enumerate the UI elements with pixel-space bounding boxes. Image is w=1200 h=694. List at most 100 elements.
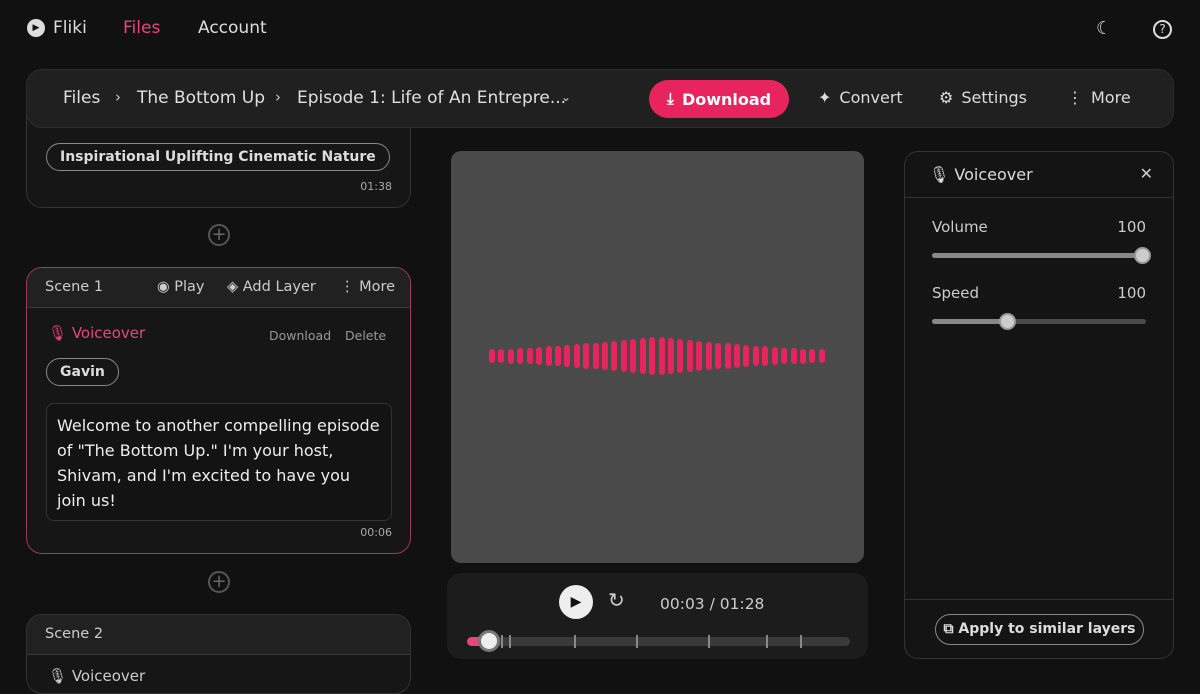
waveform-bar (498, 348, 505, 364)
waveform-bar (564, 344, 571, 368)
waveform-bar (554, 345, 561, 367)
more-label: More (1091, 88, 1131, 107)
layer-label: Voiceover (71, 324, 146, 342)
download-icon: ⤓ (666, 89, 674, 108)
moon-icon[interactable]: ☾ (1096, 18, 1112, 39)
scene-marker (509, 635, 512, 648)
waveform-bar (545, 346, 552, 366)
waveform-bar (696, 340, 703, 372)
volume-slider[interactable] (932, 247, 1151, 264)
waveform-bar (583, 343, 590, 369)
panel-title: 🎙︎ Voiceover (929, 165, 1033, 184)
logo-text: Fliki (53, 18, 87, 38)
scene-2-card: Scene 2 🎙︎ Voiceover (26, 614, 411, 694)
waveform-bar (526, 347, 533, 365)
layer-delete-link[interactable]: Delete (345, 328, 386, 343)
waveform-bar (762, 346, 769, 366)
download-button[interactable]: ⤓ Download (649, 80, 789, 118)
scene-1-card: Scene 1 ◉ Play ◈ Add Layer ⋮ More 🎙︎ Voi… (26, 267, 411, 554)
waveform-bar (592, 342, 599, 370)
replay-icon[interactable]: ↻ (608, 588, 625, 612)
speed-handle[interactable] (998, 313, 1016, 330)
speed-value: 100 (1117, 284, 1146, 302)
waveform-bar (602, 341, 609, 371)
scene-marker (635, 635, 638, 648)
preview-canvas (451, 151, 864, 563)
waveform-bar (686, 339, 693, 373)
layers-icon: ◈ (227, 279, 239, 295)
voiceover-text[interactable]: Welcome to another compelling episode of… (46, 403, 392, 521)
logo[interactable]: ▶ Fliki (27, 18, 87, 38)
waveform-bar (517, 348, 524, 364)
waveform-bar (489, 349, 495, 363)
copy-icon: ⧉ (943, 621, 954, 637)
scene-1-header: Scene 1 ◉ Play ◈ Add Layer ⋮ More (27, 268, 410, 308)
waveform-bar (677, 338, 684, 374)
waveform-bar (743, 344, 750, 368)
panel-title-label: Voiceover (954, 165, 1033, 184)
convert-label: Convert (839, 88, 903, 107)
volume-value: 100 (1117, 218, 1146, 236)
voice-chip[interactable]: Gavin (46, 358, 119, 386)
music-chip[interactable]: Inspirational Uplifting Cinematic Nature (46, 143, 390, 171)
voiceover-layer-title[interactable]: 🎙︎ Voiceover (48, 667, 145, 685)
add-layer-button[interactable]: ◈ Add Layer (227, 279, 316, 295)
waveform-bar (809, 348, 816, 364)
add-scene-icon[interactable]: + (208, 224, 230, 246)
breadcrumb-files[interactable]: Files (63, 88, 100, 108)
apply-label: Apply to similar layers (958, 621, 1136, 637)
more-button[interactable]: ⋮ More (1067, 88, 1131, 107)
waveform-bar (818, 349, 825, 363)
duration: 00:06 (360, 526, 392, 539)
time-display: 00:03 / 01:28 (660, 595, 765, 613)
waveform-bar (639, 337, 646, 375)
sparkle-icon: ✦ (818, 88, 832, 107)
chevron-right-icon: › (275, 88, 281, 106)
breadcrumb-project[interactable]: The Bottom Up (137, 88, 265, 108)
duration: 01:38 (360, 180, 392, 193)
waveform-bar (620, 339, 627, 373)
add-scene-icon[interactable]: + (208, 571, 230, 593)
download-label: Download (681, 89, 772, 109)
waveform-bar (752, 345, 759, 367)
play-scene-button[interactable]: ◉ Play (157, 279, 205, 295)
close-icon[interactable]: ✕ (1140, 164, 1153, 183)
timeline-scrubber[interactable] (467, 630, 850, 652)
scene-marker (800, 635, 803, 648)
scene-title: Scene 1 (45, 279, 104, 295)
scene-marker (765, 635, 768, 648)
scene-marker (501, 635, 504, 648)
volume-handle[interactable] (1134, 247, 1151, 264)
mic-icon: 🎙︎ (48, 324, 68, 342)
convert-button[interactable]: ✦ Convert (818, 88, 903, 107)
waveform-bar (781, 347, 788, 365)
speed-slider[interactable] (932, 313, 1146, 330)
help-icon[interactable]: ? (1153, 20, 1172, 39)
add-layer-label: Add Layer (242, 279, 316, 295)
chevron-down-icon[interactable]: ⌄ (561, 90, 571, 104)
scene-2-header: Scene 2 (27, 615, 410, 655)
waveform-bar (771, 347, 778, 365)
toolbar: Files › The Bottom Up › Episode 1: Life … (26, 69, 1174, 128)
scene-title: Scene 2 (45, 626, 104, 642)
timeline-handle[interactable] (478, 630, 501, 652)
apply-similar-button[interactable]: ⧉ Apply to similar layers (935, 614, 1144, 645)
play-button[interactable]: ▶ (559, 585, 593, 619)
settings-button[interactable]: ⚙ Settings (939, 88, 1027, 107)
chevron-right-icon: › (115, 88, 121, 106)
breadcrumb-episode[interactable]: Episode 1: Life of An Entrepre... (297, 88, 566, 108)
scene-more-button[interactable]: ⋮ More (340, 279, 395, 295)
more-label: More (359, 279, 396, 295)
voiceover-layer-title[interactable]: 🎙︎ Voiceover (48, 324, 145, 342)
waveform-bar (611, 340, 618, 372)
waveform-bar (507, 348, 514, 364)
nav-account[interactable]: Account (198, 18, 267, 38)
play-label: Play (174, 279, 205, 295)
voiceover-settings-panel: 🎙︎ Voiceover ✕ Volume 100 Speed 100 ⧉ Ap… (904, 151, 1174, 659)
gear-icon: ⚙ (939, 88, 954, 107)
scene-marker (708, 635, 711, 648)
more-vertical-icon: ⋮ (1067, 88, 1083, 107)
layer-download-link[interactable]: Download (269, 328, 331, 343)
waveform-bar (715, 342, 722, 370)
nav-files[interactable]: Files (123, 18, 160, 38)
